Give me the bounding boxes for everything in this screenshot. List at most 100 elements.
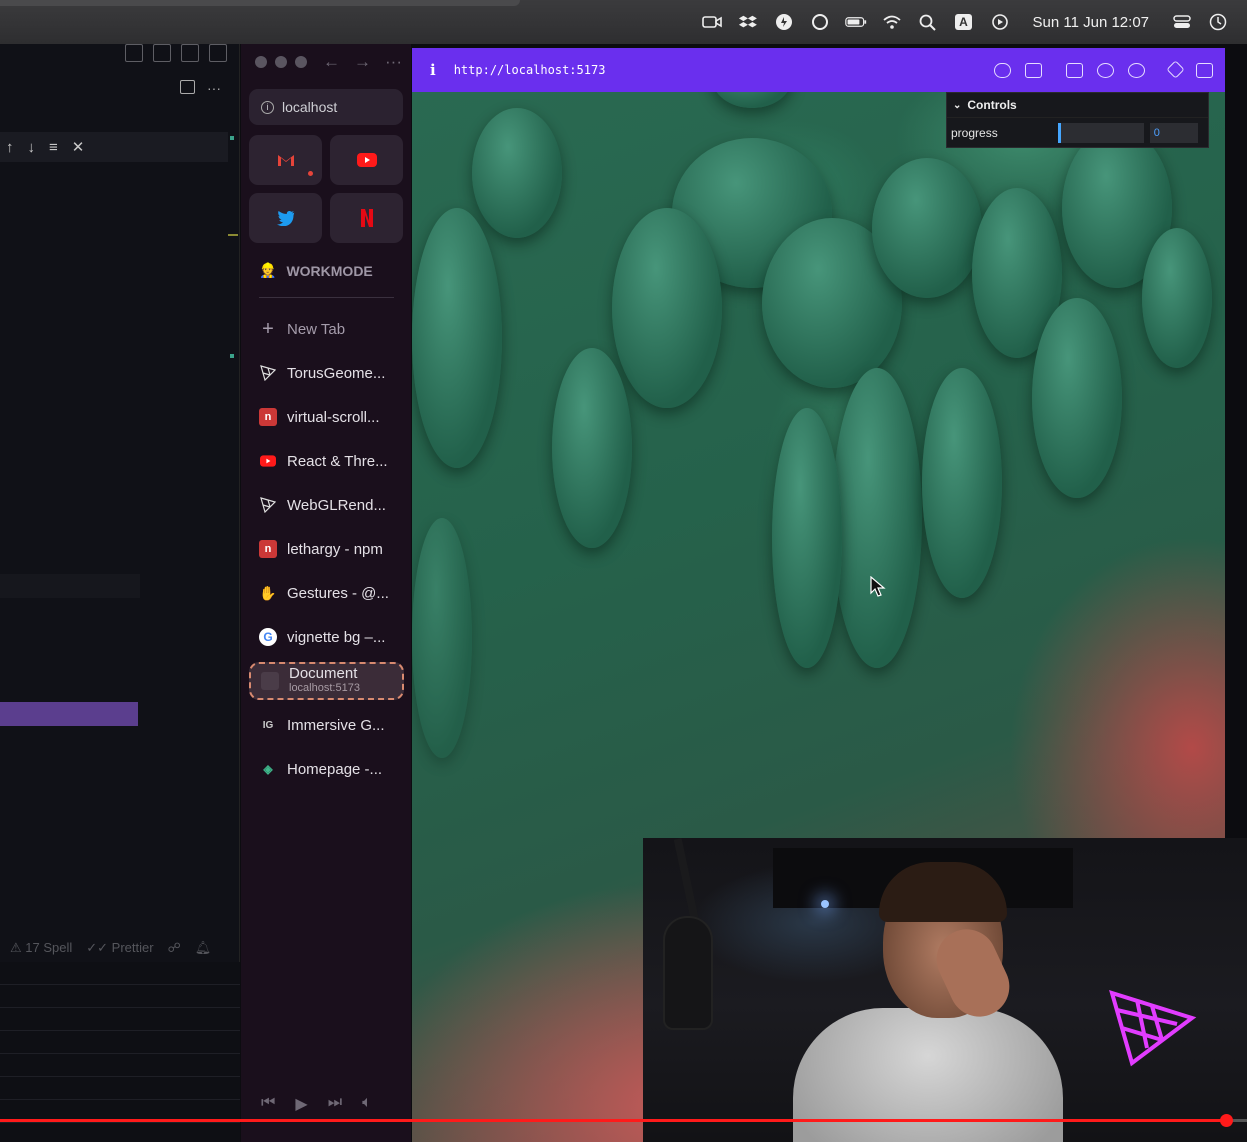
sidebar-url-bar[interactable]: i localhost — [249, 89, 403, 125]
zoom-window-button[interactable] — [295, 56, 307, 68]
split-view-icon[interactable] — [1196, 62, 1213, 78]
toggle-secondary-sidebar-icon[interactable] — [181, 44, 199, 62]
customize-layout-icon[interactable] — [209, 44, 227, 62]
space-switcher[interactable]: 👷 WORKMODE — [259, 262, 373, 279]
terminal-icon[interactable] — [1066, 62, 1083, 78]
arrow-down-icon[interactable]: ↓ — [28, 139, 36, 156]
sidebar-tab[interactable]: React & Thre... — [249, 441, 404, 481]
new-tab-label: New Tab — [287, 320, 346, 338]
sidebar-tab[interactable]: WebGLRend... — [249, 485, 404, 525]
gmail-unread-dot — [308, 171, 313, 176]
split-editor-icon[interactable] — [180, 80, 195, 94]
video-progress-scrubber[interactable] — [1219, 1114, 1233, 1127]
progress-slider[interactable] — [1057, 122, 1144, 143]
new-tab-button[interactable]: + New Tab — [249, 309, 404, 349]
threejs-icon — [259, 496, 277, 514]
tab-label: TorusGeome... — [287, 364, 386, 382]
feedback-icon[interactable]: ☍ — [168, 940, 181, 956]
next-track-icon[interactable]: ⏭ — [328, 1094, 342, 1114]
controls-header[interactable]: ⌄ Controls — [947, 93, 1208, 117]
dev-toolbar-icons — [994, 59, 1213, 79]
video-progress-bar[interactable] — [0, 1114, 1247, 1127]
more-actions-icon[interactable]: ··· — [207, 80, 221, 96]
favorite-netflix[interactable] — [330, 193, 403, 243]
editor-status-bar: ⚠ 17 Spell ✓✓ Prettier ☍ 🔔︎ — [0, 936, 240, 960]
favorite-gmail[interactable] — [249, 135, 322, 185]
bell-icon[interactable]: 🔔︎ — [195, 940, 212, 956]
controls-panel: ⌄ Controls progress 0 — [946, 92, 1209, 148]
document-icon — [261, 672, 279, 690]
google-icon: G — [259, 628, 277, 646]
site-info-icon[interactable]: i — [261, 100, 274, 114]
minimap-marker — [230, 354, 234, 358]
crosshair-icon[interactable] — [1128, 62, 1145, 78]
back-arrow-icon[interactable]: ← — [323, 52, 340, 72]
menubar-clock[interactable]: Sun 11 Jun 12:07 — [1033, 14, 1149, 31]
globe-icon[interactable] — [1097, 62, 1114, 78]
microphone — [665, 918, 711, 1028]
play-circle-icon[interactable] — [989, 11, 1011, 33]
sidebar-tab[interactable]: IG Immersive G... — [249, 705, 404, 745]
spell-status[interactable]: ⚠ 17 Spell — [10, 940, 72, 956]
scene-blob — [612, 208, 722, 408]
volume-icon[interactable]: 🔈︎ — [362, 1094, 372, 1114]
previous-track-icon[interactable]: ⏮ — [261, 1094, 275, 1114]
scene-blob — [412, 208, 502, 468]
tab-label: React & Thre... — [287, 452, 388, 470]
minimap-marker — [230, 136, 234, 140]
minimize-window-button[interactable] — [275, 56, 287, 68]
sidebar-tab[interactable]: n virtual-scroll... — [249, 397, 404, 437]
arrow-up-icon[interactable]: ↑ — [6, 139, 14, 156]
navigation-buttons: ← → ··· — [323, 52, 402, 72]
background-light — [821, 900, 829, 908]
sidebar-tab[interactable]: G vignette bg –... — [249, 617, 404, 657]
search-icon[interactable] — [917, 11, 939, 33]
ig-icon: IG — [262, 719, 274, 731]
dropbox-icon[interactable] — [737, 11, 759, 33]
prettier-status[interactable]: ✓✓ Prettier — [86, 940, 153, 956]
controls-title: Controls — [967, 98, 1017, 112]
youtube-icon — [259, 452, 277, 470]
close-icon[interactable]: ✕ — [72, 138, 85, 156]
wifi-icon[interactable] — [881, 11, 903, 33]
forward-arrow-icon[interactable]: → — [354, 52, 371, 72]
terminal-panel[interactable] — [0, 962, 240, 1142]
code-editor-pane: ··· ↑ ↓ ≡ ✕ ⚠ 17 Spell ✓✓ Prettier ☍ 🔔︎ — [0, 44, 240, 1142]
sidebar-tab[interactable]: n lethargy - npm — [249, 529, 404, 569]
editor-selection — [0, 702, 138, 726]
control-center-icon[interactable] — [1171, 11, 1193, 33]
clock-icon[interactable] — [1207, 11, 1229, 33]
minimap-marker — [228, 234, 238, 236]
worker-emoji-icon: 👷 — [259, 262, 277, 278]
toggle-panel-icon[interactable] — [153, 44, 171, 62]
more-menu-icon[interactable]: ··· — [385, 52, 402, 72]
input-source-icon[interactable]: A — [953, 11, 975, 33]
scene-blob — [472, 108, 562, 238]
sidebar-tab-active[interactable]: Document localhost:5173 — [249, 662, 404, 700]
progress-number-input[interactable]: 0 — [1149, 122, 1198, 143]
link-icon[interactable] — [994, 62, 1011, 78]
sidebar-tab[interactable]: ✋ Gestures - @... — [249, 573, 404, 613]
play-icon[interactable]: ▶ — [295, 1094, 307, 1114]
close-window-button[interactable] — [255, 56, 267, 68]
code-icon[interactable] — [1166, 59, 1185, 79]
editor-actions: ··· — [180, 80, 221, 96]
lines-icon[interactable]: ≡ — [49, 139, 58, 156]
info-icon[interactable]: i — [430, 61, 436, 79]
favorite-twitter[interactable] — [249, 193, 322, 243]
camera-icon[interactable] — [1025, 62, 1042, 78]
favorite-youtube[interactable] — [330, 135, 403, 185]
media-controls: ⏮ ▶ ⏭ 🔈︎ — [261, 1094, 372, 1114]
camera-icon[interactable] — [701, 11, 723, 33]
video-progress-fill — [0, 1119, 1226, 1122]
toggle-sidebar-icon[interactable] — [125, 44, 143, 62]
progress-control-row: progress 0 — [947, 117, 1208, 147]
gmail-icon — [277, 155, 294, 166]
battery-icon[interactable] — [844, 11, 867, 33]
circle-icon[interactable] — [809, 11, 831, 33]
sidebar-tab[interactable]: TorusGeome... — [249, 353, 404, 393]
progress-label: progress — [951, 125, 998, 140]
battery-app-icon[interactable] — [773, 11, 795, 33]
page-url[interactable]: http://localhost:5173 — [454, 63, 606, 77]
sidebar-tab[interactable]: ◈ Homepage -... — [249, 749, 404, 789]
